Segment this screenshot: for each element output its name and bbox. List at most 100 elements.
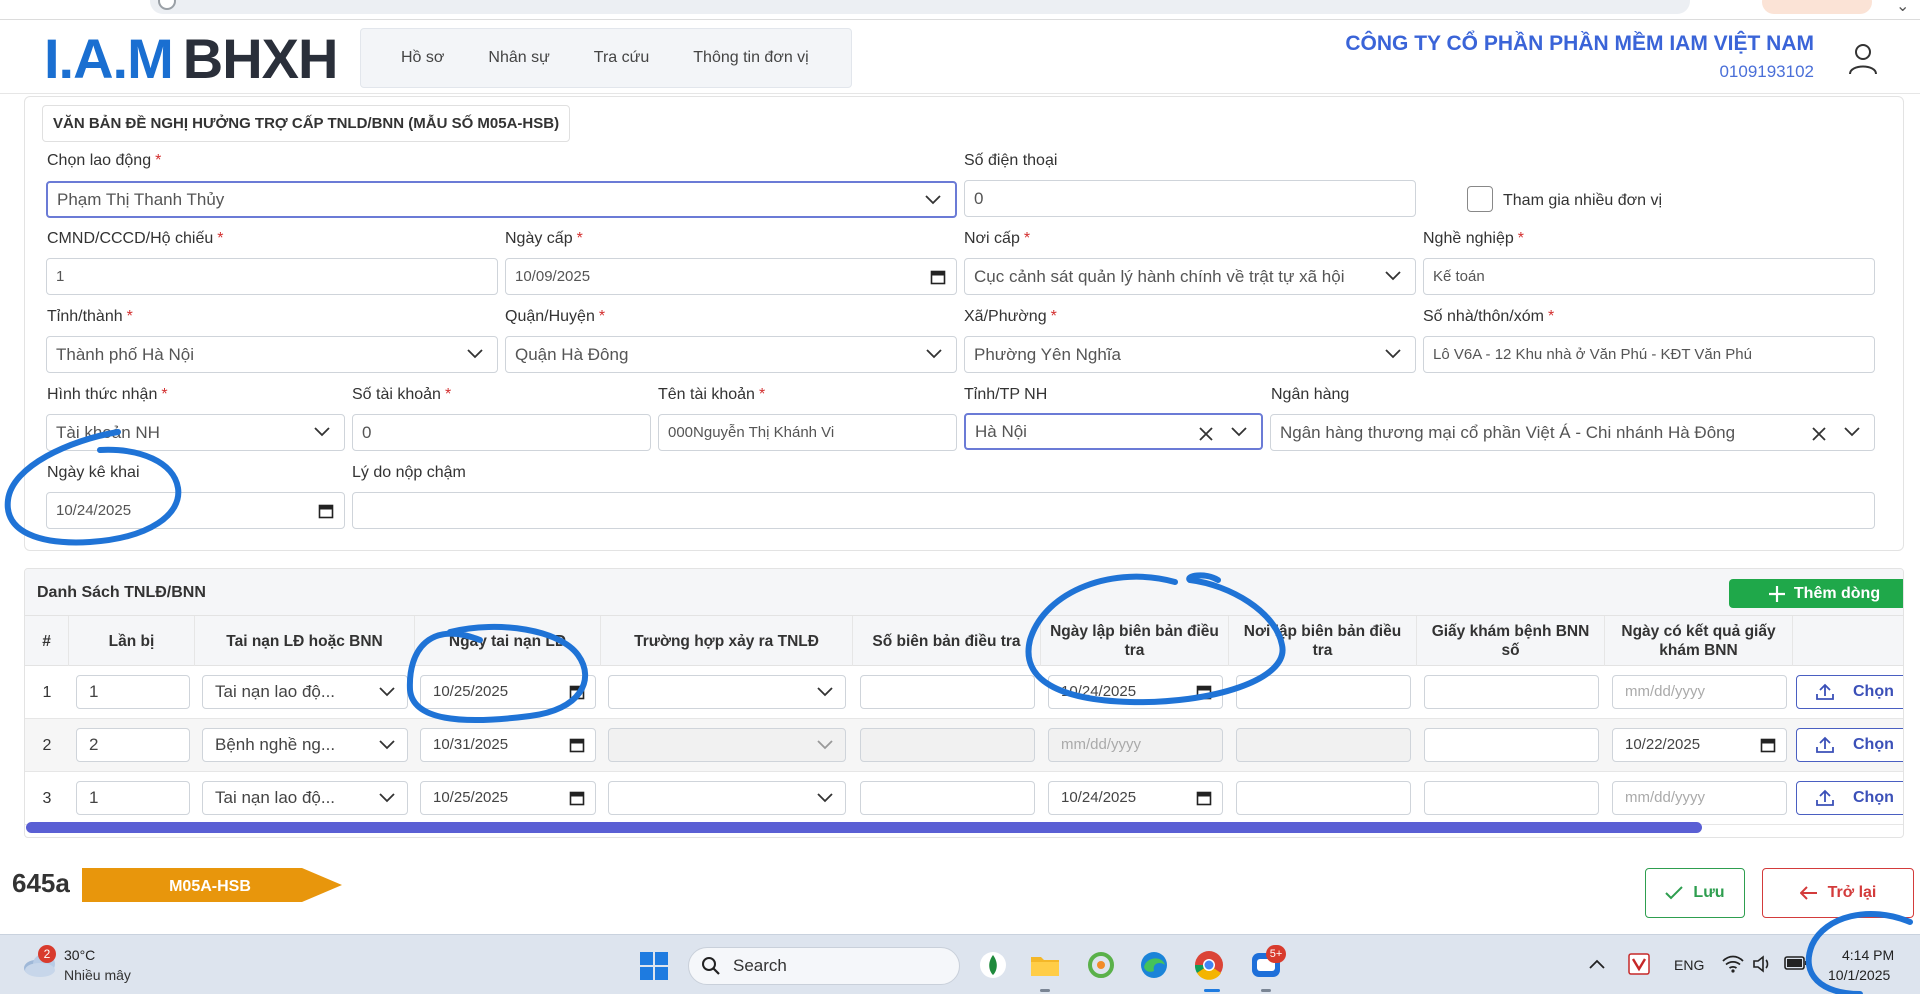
occupation-input[interactable]: Kế toán: [1423, 258, 1875, 295]
choose-file-button[interactable]: Chọn: [1796, 675, 1903, 709]
cert-date-input[interactable]: mm/dd/yyyy: [1612, 781, 1787, 815]
antivirus-icon[interactable]: [1628, 953, 1650, 975]
calendar-icon[interactable]: [318, 503, 334, 519]
issue-place-select[interactable]: Cục cảnh sát quản lý hành chính về trật …: [964, 258, 1416, 295]
company-code: 0109193102: [1719, 62, 1814, 81]
province-select[interactable]: Thành phố Hà Nội: [46, 336, 498, 373]
table-row: 2 2 Bệnh nghề ng... 10/31/2025 mm/dd/yyy…: [25, 719, 1903, 772]
issue-date-label-text: Ngày cấp: [505, 230, 573, 247]
upload-icon: [1816, 789, 1834, 806]
choose-file-button[interactable]: Chọn: [1796, 728, 1903, 762]
chevron-down-icon: [1385, 259, 1401, 281]
case-select[interactable]: [608, 781, 846, 815]
accident-date-input[interactable]: 10/25/2025: [420, 781, 596, 815]
type-select[interactable]: Bệnh nghề ng...: [202, 728, 408, 762]
windows-start-icon[interactable]: [640, 952, 668, 980]
green-app-icon[interactable]: [1085, 949, 1117, 981]
calendar-icon[interactable]: [569, 737, 585, 753]
back-button[interactable]: Trở lại: [1762, 868, 1914, 918]
id-number-input[interactable]: 1: [46, 258, 498, 295]
taskbar-indicator-active: [1204, 989, 1220, 992]
late-reason-input[interactable]: [352, 492, 1875, 529]
type-select[interactable]: Tai nạn lao độ...: [202, 781, 408, 815]
bank-select[interactable]: Ngân hàng thương mại cổ phần Việt Á - Ch…: [1270, 414, 1875, 451]
chevron-up-icon[interactable]: [1589, 959, 1605, 969]
ward-select[interactable]: Phường Yên Nghĩa: [964, 336, 1416, 373]
accident-date-input[interactable]: 10/31/2025: [420, 728, 596, 762]
col-header-report-place: Nơi lập biên bản điều tra: [1229, 616, 1417, 666]
issue-place-label-text: Nơi cấp: [964, 230, 1020, 247]
worker-label: Chọn lao động *: [47, 152, 161, 170]
declare-date-input[interactable]: 10/24/2025: [46, 492, 345, 529]
cert-date-input[interactable]: mm/dd/yyyy: [1612, 675, 1787, 709]
times-input[interactable]: 1: [76, 675, 190, 709]
clear-icon[interactable]: [1812, 415, 1826, 441]
calendar-icon[interactable]: [1196, 790, 1212, 806]
cert-date-input[interactable]: 10/22/2025: [1612, 728, 1787, 762]
account-number-input[interactable]: 0: [352, 414, 651, 451]
worker-select[interactable]: Phạm Thị Thanh Thủy: [46, 181, 957, 218]
edge-icon[interactable]: [1138, 949, 1170, 981]
accident-date-input[interactable]: 10/25/2025: [420, 675, 596, 709]
nav-ho-so[interactable]: Hồ sơ: [401, 49, 444, 67]
issue-date-input[interactable]: 10/09/2025: [505, 258, 957, 295]
add-row-button[interactable]: Thêm dòng: [1729, 579, 1903, 608]
report-date-input[interactable]: 10/24/2025: [1048, 675, 1223, 709]
cert-no-input[interactable]: [1424, 781, 1599, 815]
folder-icon[interactable]: [1029, 949, 1061, 981]
case-select[interactable]: [608, 675, 846, 709]
times-input[interactable]: 2: [76, 728, 190, 762]
language-indicator[interactable]: ENG: [1674, 957, 1704, 973]
calendar-icon[interactable]: [930, 269, 946, 285]
chrome-icon[interactable]: [1193, 949, 1225, 981]
times-input[interactable]: 1: [76, 781, 190, 815]
district-label-text: Quận/Huyện: [505, 308, 595, 325]
calendar-icon[interactable]: [1760, 737, 1776, 753]
report-place-input[interactable]: [1236, 781, 1411, 815]
report-place-input[interactable]: [1236, 675, 1411, 709]
address-bar[interactable]: [150, 0, 1690, 14]
report-date-placeholder: mm/dd/yyyy: [1061, 736, 1142, 753]
nav-thong-tin-don-vi[interactable]: Thông tin đơn vị: [693, 49, 808, 67]
logo-iam: I.A.M: [44, 26, 174, 90]
report-no-input[interactable]: [860, 781, 1035, 815]
address-input[interactable]: Lô V6A - 12 Khu nhà ở Văn Phú - KĐT Văn …: [1423, 336, 1875, 373]
district-select[interactable]: Quận Hà Đông: [505, 336, 957, 373]
wifi-icon[interactable]: [1722, 955, 1744, 973]
weather-temperature[interactable]: 30°C: [64, 947, 95, 963]
chevron-down-icon[interactable]: ⌄: [1896, 0, 1909, 16]
late-reason-label: Lý do nộp chậm: [352, 464, 466, 481]
nav-tra-cuu[interactable]: Tra cứu: [594, 49, 649, 67]
browser-profile-button[interactable]: [1762, 0, 1872, 14]
taskbar-search[interactable]: Search: [688, 947, 960, 985]
user-icon[interactable]: [1848, 42, 1878, 76]
calendar-icon[interactable]: [1196, 684, 1212, 700]
save-button[interactable]: Lưu: [1645, 868, 1745, 918]
report-date-input[interactable]: 10/24/2025: [1048, 781, 1223, 815]
calendar-icon[interactable]: [569, 790, 585, 806]
weather-description[interactable]: Nhiều mây: [64, 967, 131, 983]
nav-nhan-su[interactable]: Nhân sự: [488, 49, 549, 67]
logo[interactable]: I.A.M BHXH: [44, 26, 338, 90]
clear-icon[interactable]: [1199, 415, 1213, 441]
type-select[interactable]: Tai nạn lao độ...: [202, 675, 408, 709]
calendar-icon[interactable]: [569, 684, 585, 700]
issue-date-value: 10/09/2025: [515, 268, 591, 285]
choose-file-button[interactable]: Chọn: [1796, 781, 1903, 815]
cert-no-input[interactable]: [1424, 728, 1599, 762]
report-no-input[interactable]: [860, 675, 1035, 709]
account-number-value: 0: [362, 423, 372, 442]
clock-date[interactable]: 10/1/2025: [1828, 967, 1890, 983]
battery-icon[interactable]: [1784, 955, 1808, 971]
col-header-cert-no: Giấy khám bệnh BNN số: [1417, 616, 1605, 666]
bank-province-select[interactable]: Hà Nội: [964, 413, 1263, 450]
volume-icon[interactable]: [1752, 955, 1772, 973]
phone-input[interactable]: 0: [964, 180, 1416, 217]
multi-unit-checkbox[interactable]: [1467, 186, 1493, 212]
clock-time[interactable]: 4:14 PM: [1842, 947, 1894, 963]
leaf-app-icon[interactable]: [977, 949, 1009, 981]
receive-method-select[interactable]: Tài khoản NH: [46, 414, 345, 451]
cert-no-input[interactable]: [1424, 675, 1599, 709]
horizontal-scrollbar[interactable]: [26, 822, 1702, 833]
account-name-input[interactable]: 000Nguyễn Thị Khánh Vi: [658, 414, 957, 451]
